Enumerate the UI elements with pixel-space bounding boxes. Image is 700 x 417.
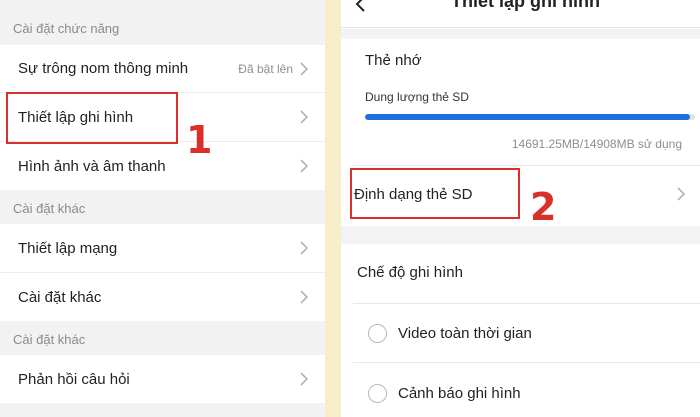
chevron-right-icon: [676, 187, 686, 206]
settings-item-feedback[interactable]: Phản hồi câu hỏi: [0, 355, 325, 403]
settings-item-smart-monitoring[interactable]: Sự trông nom thông minh Đã bật lên: [0, 45, 325, 92]
divider: [353, 303, 700, 304]
chevron-right-icon: [299, 159, 309, 173]
divider: [353, 165, 700, 166]
option-alarm-recording-label[interactable]: Cảnh báo ghi hình: [398, 385, 521, 402]
settings-item-label: Phản hồi câu hỏi: [18, 370, 130, 388]
option-fulltime-video-label[interactable]: Video toàn thời gian: [398, 325, 532, 342]
divider: [353, 362, 700, 363]
settings-list-panel: Cài đặt chức năng Sự trông nom thông min…: [0, 0, 325, 417]
storage-usage-text: 14691.25MB/14908MB sử dụng: [511, 137, 682, 151]
chevron-right-icon: [299, 61, 309, 76]
back-arrow-icon[interactable]: [354, 0, 368, 19]
step-number-2: 2: [530, 185, 557, 229]
chevron-right-icon: [299, 372, 309, 386]
settings-item-label: Thiết lập mạng: [18, 239, 118, 257]
chevron-right-icon: [299, 241, 309, 255]
page-title: Thiết lập ghi hình: [451, 0, 600, 11]
settings-item-image-sound[interactable]: Hình ảnh và âm thanh: [0, 142, 325, 190]
storage-progress-bar: [365, 114, 695, 120]
section-header-functions: Cài đặt chức năng: [13, 20, 120, 36]
step-number-1: 1: [186, 118, 213, 162]
title-bar: Thiết lập ghi hình: [341, 0, 700, 28]
record-mode-title: Chế độ ghi hình: [357, 264, 463, 281]
spacer: [341, 29, 700, 39]
storage-progress-fill: [365, 114, 691, 120]
settings-item-network[interactable]: Thiết lập mạng: [0, 224, 325, 272]
radio-fulltime-video[interactable]: [368, 324, 387, 343]
chevron-right-icon: [299, 290, 309, 304]
radio-alarm-recording[interactable]: [368, 384, 387, 403]
status-value: Đã bật lên: [238, 61, 293, 76]
highlight-box-step-1: [6, 92, 178, 144]
highlight-box-step-2: [350, 168, 520, 219]
settings-item-other[interactable]: Cài đặt khác: [0, 273, 325, 321]
memory-card-title: Thẻ nhớ: [365, 52, 422, 69]
section-header-other: Cài đặt khác: [13, 200, 86, 216]
spacer: [341, 226, 700, 244]
settings-item-label: Cài đặt khác: [18, 288, 102, 306]
sd-capacity-label: Dung lượng thẻ SD: [365, 90, 469, 104]
section-header-other-2: Cài đặt khác: [13, 331, 86, 347]
chevron-right-icon: [299, 110, 309, 124]
settings-item-label: Sự trông nom thông minh: [18, 60, 189, 77]
settings-item-label: Hình ảnh và âm thanh: [18, 157, 166, 175]
panel-divider: [325, 0, 341, 417]
